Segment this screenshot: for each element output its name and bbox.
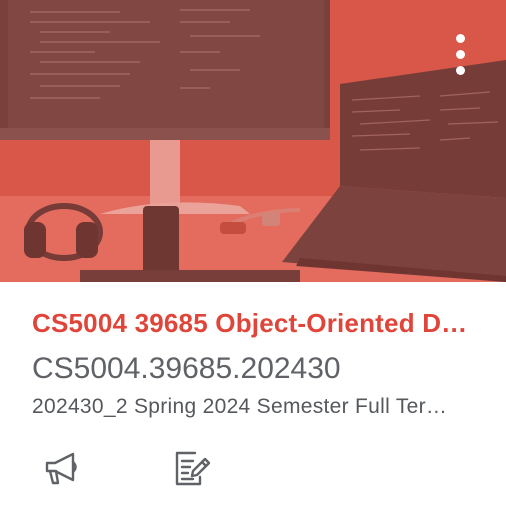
course-title-link[interactable]: CS5004 39685 Object-Oriented D…	[32, 308, 487, 339]
assignment-edit-icon	[175, 451, 211, 486]
megaphone-icon	[45, 452, 77, 485]
course-card[interactable]: CS5004 39685 Object-Oriented D… CS5004.3…	[0, 0, 506, 510]
kebab-dot	[455, 33, 465, 43]
course-term: 202430_2 Spring 2024 Semester Full Ter…	[32, 395, 448, 418]
desk-photo	[0, 0, 506, 282]
kebab-dot	[455, 49, 465, 59]
announcements-button[interactable]	[42, 448, 82, 488]
kebab-dot	[455, 65, 465, 75]
course-code: CS5004.39685.202430	[32, 352, 341, 385]
assignments-button[interactable]	[172, 448, 212, 488]
course-card-image[interactable]	[0, 0, 506, 282]
kebab-vertical-icon[interactable]	[440, 26, 480, 82]
